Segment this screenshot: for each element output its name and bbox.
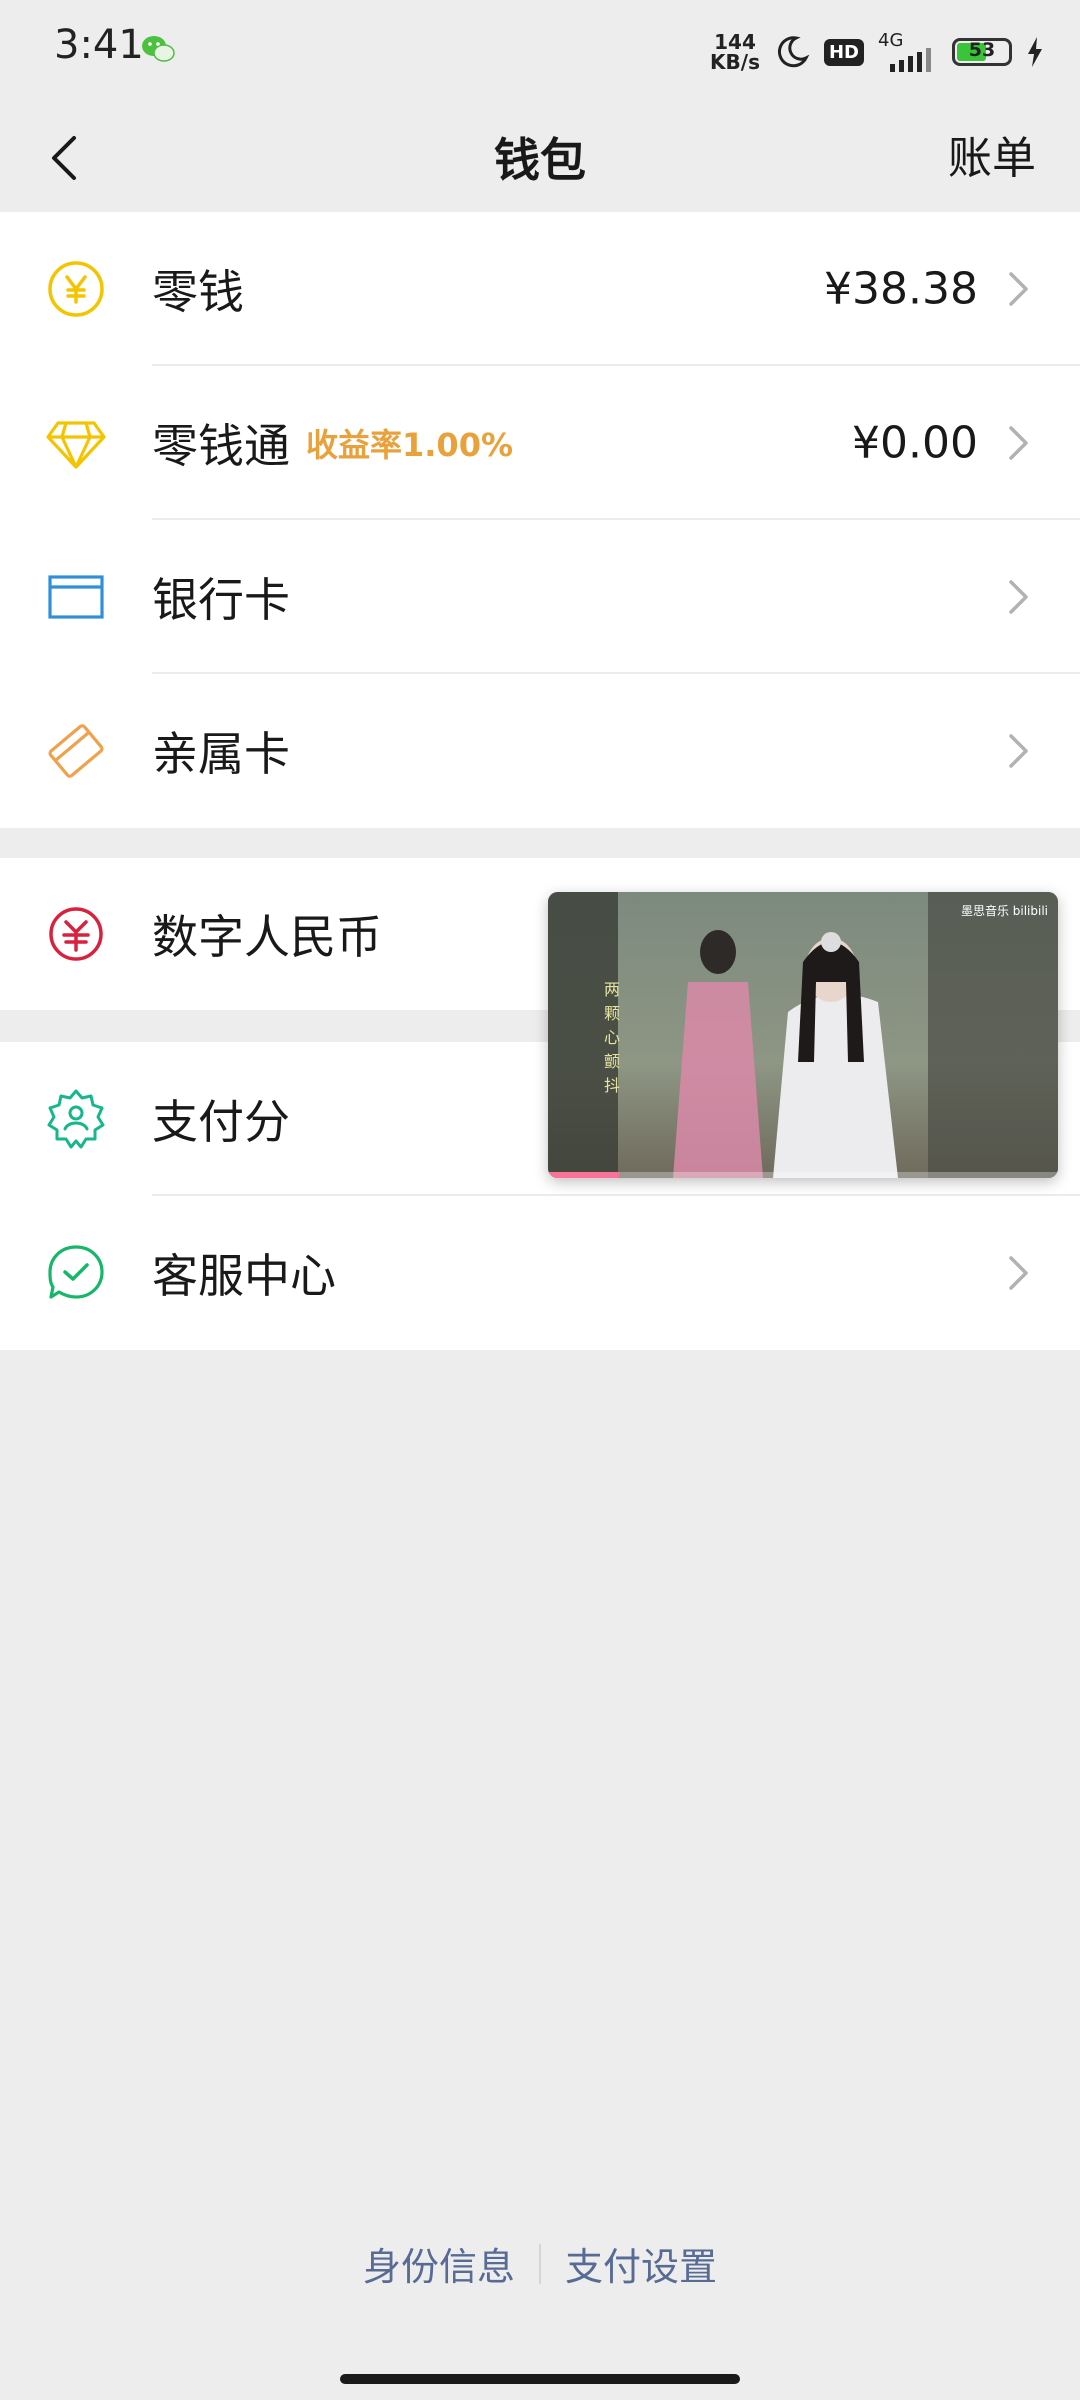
chevron-right-icon <box>1009 272 1028 306</box>
balance-value: ¥38.38 <box>824 263 978 315</box>
item-label: 支付分 <box>152 1095 290 1149</box>
item-label: 零钱通 <box>152 419 290 473</box>
yield-rate-tag: 收益率1.00% <box>306 426 514 464</box>
item-label: 银行卡 <box>152 573 290 627</box>
yuan-coin-icon <box>48 261 104 317</box>
diamond-icon <box>46 421 106 469</box>
hd-badge: HD <box>823 38 864 66</box>
item-label: 零钱 <box>152 265 244 319</box>
wallet-list: 零钱 ¥38.38 零钱通 收益率1.00% ¥0.00 银行卡 亲属卡 <box>0 212 1080 828</box>
signal-icon: 4G <box>878 30 938 72</box>
chevron-right-icon <box>1009 1256 1028 1290</box>
watermark-text: 墨思音乐 bilibili <box>960 904 1048 918</box>
divider <box>539 2243 541 2284</box>
list-item-bank-card[interactable]: 银行卡 <box>0 520 1080 674</box>
chevron-right-icon <box>1009 580 1028 614</box>
balance-value: ¥0.00 <box>852 417 978 469</box>
item-label: 数字人民币 <box>152 910 382 964</box>
home-indicator[interactable] <box>340 2374 740 2384</box>
digital-rmb-icon <box>49 907 103 961</box>
network-speed: 144 KB/s <box>710 30 760 74</box>
item-label: 客服中心 <box>152 1249 336 1303</box>
video-progress-bar <box>548 1172 1058 1178</box>
battery-icon: 53 <box>952 38 1012 66</box>
identity-info-link[interactable]: 身份信息 <box>363 2236 515 2291</box>
clock: 3:41 <box>54 22 144 68</box>
list-item-family-card[interactable]: 亲属卡 <box>0 674 1080 828</box>
floating-video-window[interactable]: 墨思音乐 bilibili 两颗心颤抖 <box>548 892 1058 1178</box>
video-frame <box>548 892 1058 1178</box>
status-icons: 144 KB/s HD 4G 53 <box>710 24 1044 80</box>
family-card-icon <box>48 724 104 778</box>
pay-settings-link[interactable]: 支付设置 <box>565 2236 717 2291</box>
list-item-customer-service[interactable]: 客服中心 <box>0 1196 1080 1350</box>
nav-bar: 钱包 账单 <box>0 104 1080 212</box>
footer-links: 身份信息 支付设置 <box>0 2236 1080 2291</box>
pay-score-icon <box>47 1089 105 1149</box>
bill-button[interactable]: 账单 <box>948 122 1036 186</box>
bank-card-icon <box>48 575 104 619</box>
video-subtitle: 两颗心颤抖 <box>604 980 621 1095</box>
page-title: 钱包 <box>494 133 586 187</box>
charging-bolt-icon <box>1028 37 1042 67</box>
list-item-change[interactable]: 零钱 ¥38.38 <box>0 212 1080 366</box>
list-item-lingqiantong[interactable]: 零钱通 收益率1.00% ¥0.00 <box>0 366 1080 520</box>
status-bar: 3:41 144 KB/s HD 4G 53 <box>0 0 1080 104</box>
chevron-right-icon <box>1009 426 1028 460</box>
item-label: 亲属卡 <box>152 727 290 781</box>
customer-service-icon <box>48 1245 104 1299</box>
chevron-right-icon <box>1009 734 1028 768</box>
wechat-notification-icon <box>142 36 175 62</box>
do-not-disturb-moon-icon <box>777 36 810 68</box>
